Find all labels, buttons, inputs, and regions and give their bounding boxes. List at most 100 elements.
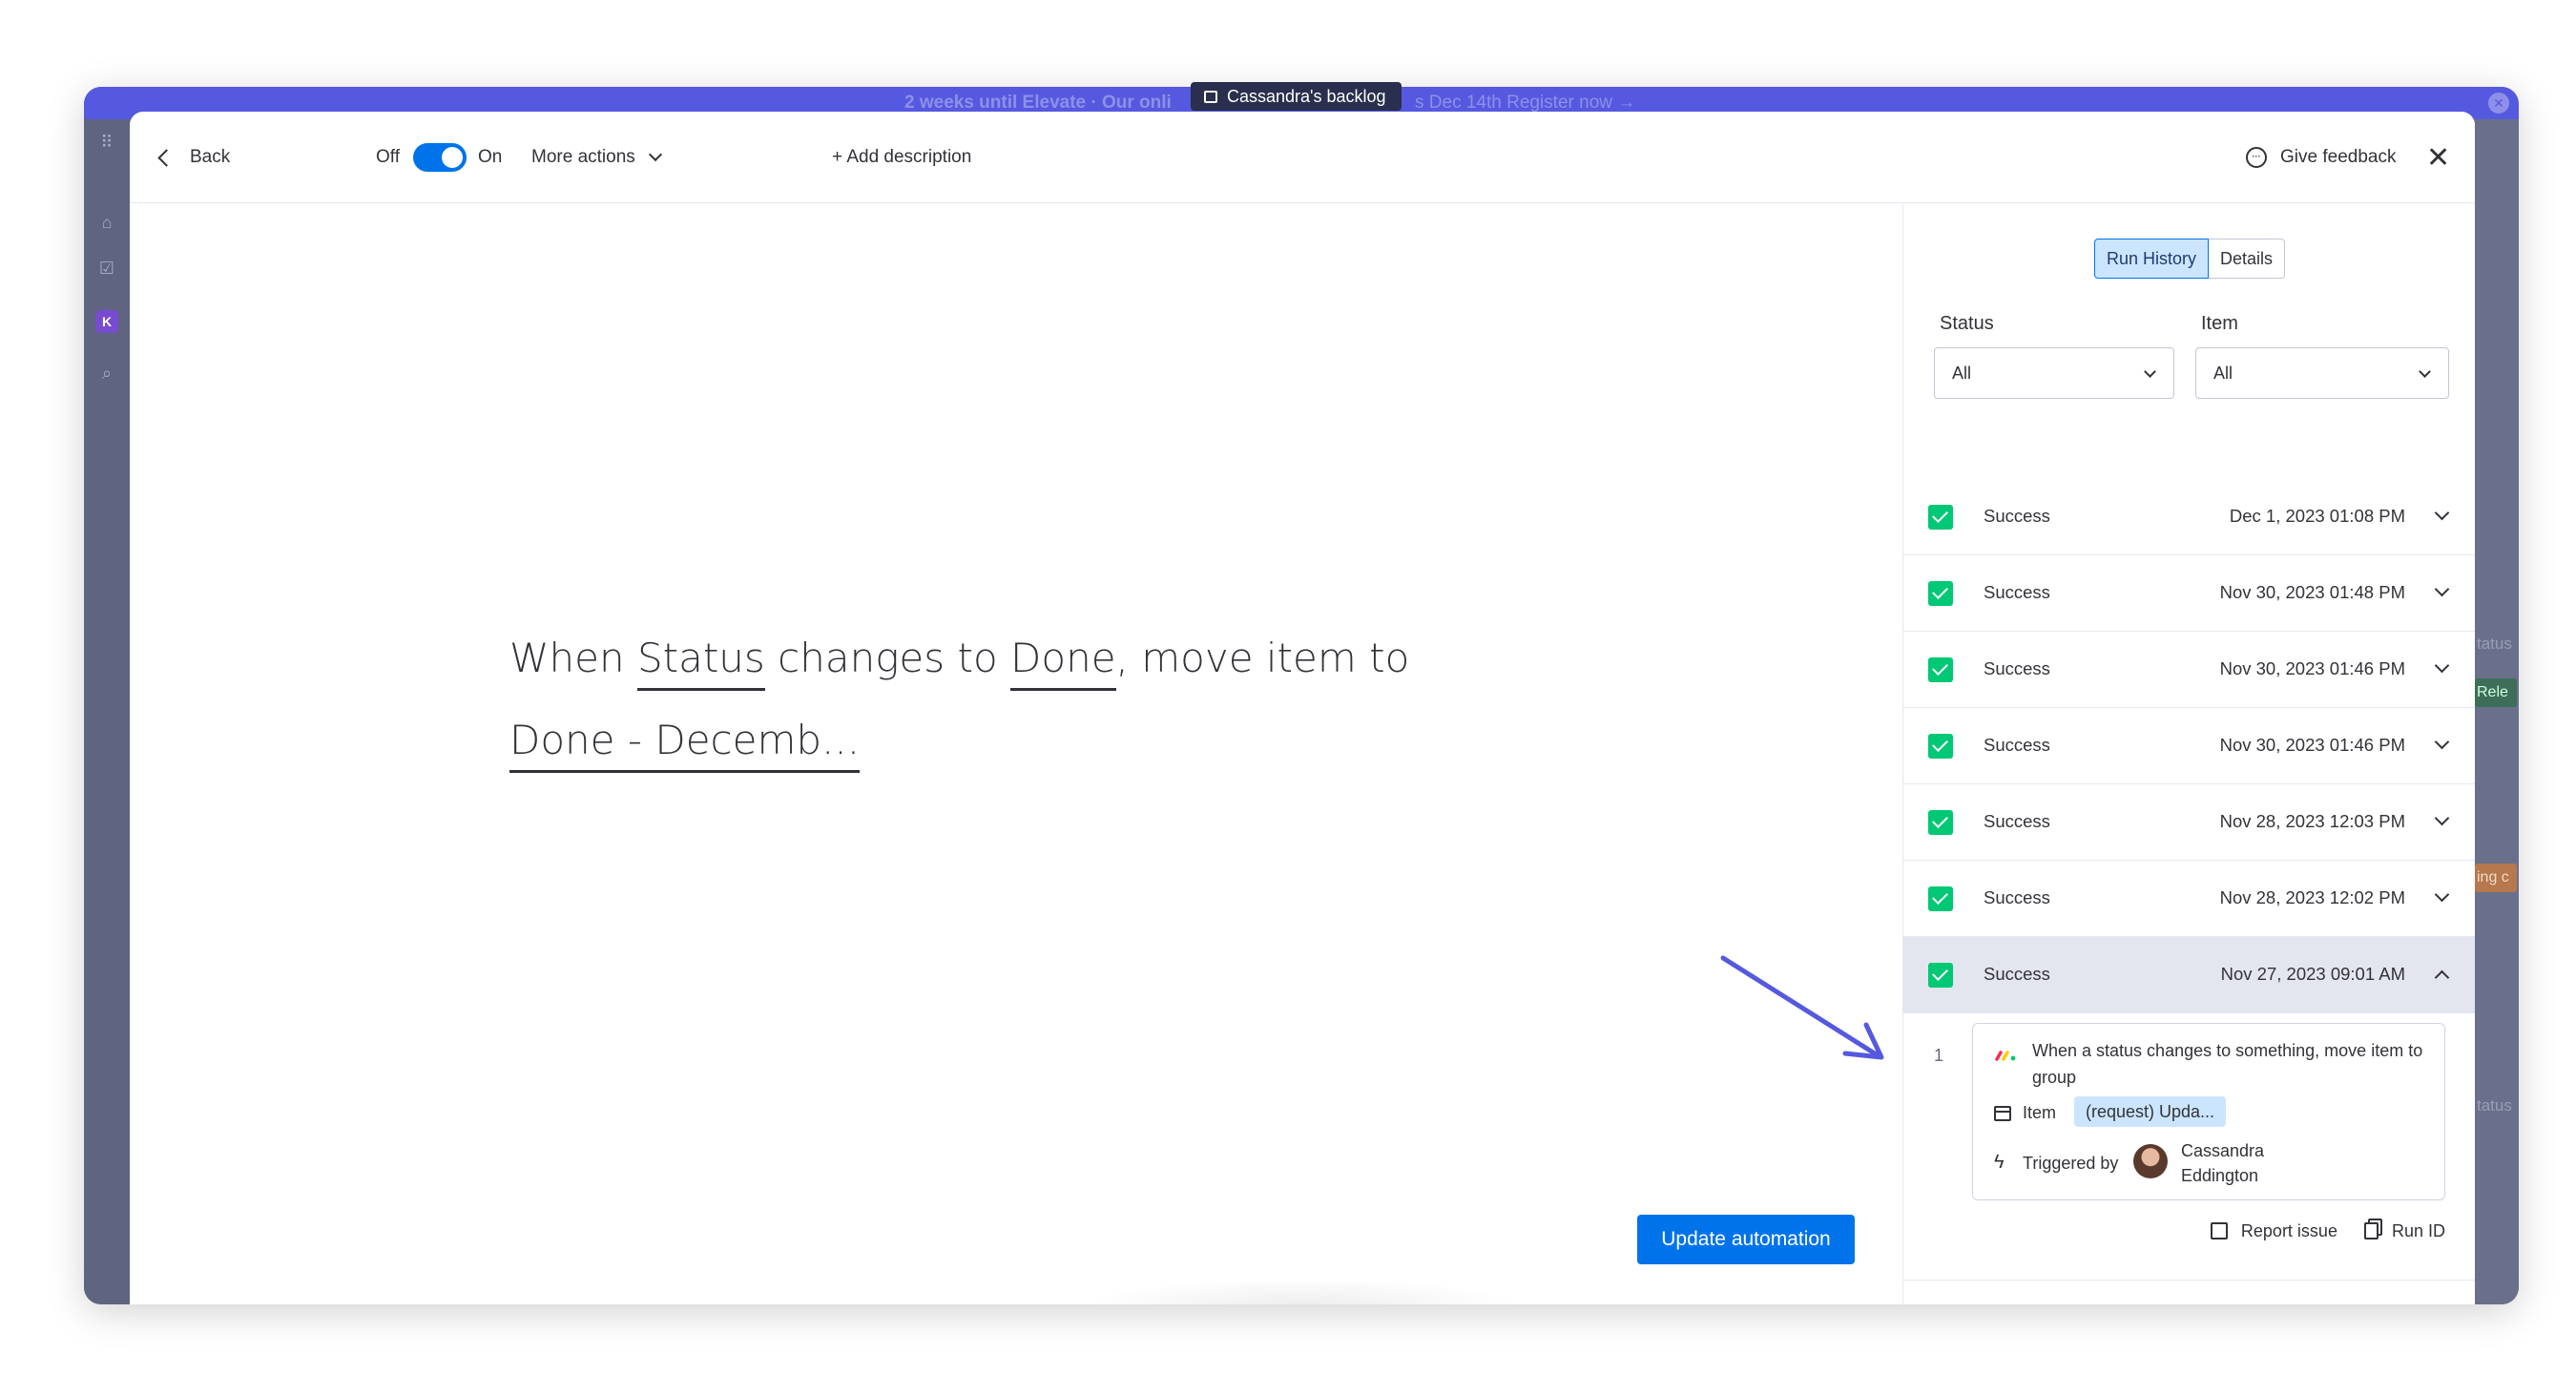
success-check-icon <box>1928 657 1953 682</box>
home-icon[interactable]: ⌂ <box>95 211 118 234</box>
run-actions: Report issue Run ID <box>2210 1221 2445 1241</box>
update-automation-button[interactable]: Update automation <box>1637 1215 1855 1264</box>
run-row[interactable]: Success Nov 28, 2023 12:03 PM <box>1903 784 2475 861</box>
run-step-card: When a status changes to something, move… <box>1972 1023 2445 1200</box>
run-row[interactable]: Success Nov 30, 2023 01:46 PM <box>1903 632 2475 708</box>
run-row[interactable]: Success Nov 30, 2023 01:48 PM <box>1903 555 2475 632</box>
run-date: Nov 28, 2023 12:02 PM <box>2219 887 2405 907</box>
feedback-bubble-icon: ··· <box>2246 147 2267 168</box>
floating-shadow <box>1084 1278 1523 1304</box>
my-work-icon[interactable]: ☑ <box>95 257 118 280</box>
board-name-tooltip: Cassandra's backlog <box>1191 82 1402 111</box>
run-row-expanded[interactable]: Success Nov 27, 2023 09:01 AM <box>1903 937 2475 1013</box>
chevron-down-icon <box>648 147 662 162</box>
banner-close-icon[interactable]: ✕ <box>2488 93 2509 114</box>
recipe-text: changes to <box>764 635 1011 681</box>
search-icon[interactable]: ⌕ <box>95 362 118 385</box>
tab-details[interactable]: Details <box>2209 239 2286 279</box>
run-id-button[interactable]: Run ID <box>2363 1221 2445 1241</box>
external-link-icon <box>2210 1222 2228 1240</box>
left-navigation-rail: ⠿ ⌂ ☑ K ⌕ <box>84 119 130 1304</box>
monday-logo-icon <box>1995 1051 2016 1061</box>
recipe-field-done[interactable]: Done <box>1010 629 1116 691</box>
recipe-text: , move item to <box>1115 635 1410 681</box>
item-filter-select[interactable]: All <box>2195 347 2449 399</box>
annotation-arrow-icon <box>1720 955 1884 1060</box>
apps-grid-icon[interactable]: ⠿ <box>95 131 118 154</box>
item-tag[interactable]: (request) Upda... <box>2074 1096 2227 1127</box>
run-date: Nov 27, 2023 09:01 AM <box>2220 964 2405 984</box>
run-date: Dec 1, 2023 01:08 PM <box>2229 506 2405 526</box>
add-description-button[interactable]: + Add description <box>832 112 971 203</box>
add-description-label: + Add description <box>832 147 972 167</box>
item-icon <box>1994 1106 2011 1121</box>
run-id-label: Run ID <box>2391 1221 2445 1240</box>
copy-icon <box>2363 1222 2379 1240</box>
report-issue-button[interactable]: Report issue <box>2210 1221 2337 1241</box>
item-filter-value: All <box>2213 364 2233 383</box>
modal-header: Back Off On More actions + Add descripti… <box>130 112 2475 203</box>
close-modal-button[interactable]: ✕ <box>2426 112 2450 203</box>
status-filter-label: Status <box>1940 313 1994 334</box>
strip-release-label: Rele <box>2477 684 2508 700</box>
chevron-up-icon[interactable] <box>2434 969 2450 986</box>
more-actions-label: More actions <box>531 147 635 167</box>
board-tooltip-text: Cassandra's backlog <box>1227 87 1386 106</box>
run-row[interactable]: Success Nov 30, 2023 01:46 PM <box>1903 708 2475 784</box>
chevron-down-icon[interactable] <box>2434 581 2450 597</box>
run-status: Success <box>1984 735 2050 755</box>
automation-on-off-toggle[interactable] <box>413 143 467 172</box>
recipe-field-status[interactable]: Status <box>636 629 765 691</box>
automation-recipe-sentence: When Status changes to Done, move item t… <box>509 618 1425 782</box>
status-filter-select[interactable]: All <box>1934 347 2174 399</box>
run-date: Nov 30, 2023 01:46 PM <box>2219 735 2405 755</box>
run-detail: 1 When a status changes to something, mo… <box>1903 1013 2475 1281</box>
chevron-down-icon <box>2419 365 2431 378</box>
run-history-list: Success Dec 1, 2023 01:08 PM Success Nov… <box>1903 479 2475 1281</box>
recipe-field-group[interactable]: Done - Decemb... <box>509 711 861 773</box>
toggle-on-label: On <box>478 147 503 167</box>
board-background-strip: tatus Rele ing c tatus <box>2471 119 2519 1304</box>
run-status: Success <box>1984 582 2050 602</box>
tab-run-history[interactable]: Run History <box>2094 239 2210 279</box>
run-date: Nov 30, 2023 01:48 PM <box>2219 582 2405 602</box>
chevron-down-icon[interactable] <box>2434 886 2450 903</box>
chevron-left-icon <box>157 148 176 167</box>
item-filter-label: Item <box>2201 313 2238 334</box>
success-check-icon <box>1928 505 1953 530</box>
run-row[interactable]: Success Dec 1, 2023 01:08 PM <box>1903 479 2475 555</box>
toggle-off-label: Off <box>376 147 400 167</box>
strip-release-cell: Rele <box>2475 678 2517 707</box>
workspace-avatar-icon[interactable]: K <box>95 310 118 333</box>
triggered-by-label: Triggered by <box>2023 1154 2119 1173</box>
strip-status-header: tatus <box>2477 635 2512 653</box>
panel-tabs: Run History Details <box>2094 239 2286 279</box>
automation-modal: Back Off On More actions + Add descripti… <box>130 112 2475 1304</box>
success-check-icon <box>1928 581 1953 606</box>
more-actions-dropdown[interactable]: More actions <box>531 112 662 203</box>
triggered-by-name: Cassandra Eddington <box>2181 1141 2265 1185</box>
chevron-down-icon <box>2144 365 2156 378</box>
chevron-down-icon[interactable] <box>2434 810 2450 826</box>
strip-pending-label: ing c <box>2477 869 2509 885</box>
run-status: Success <box>1984 964 2050 984</box>
lightning-bolt-icon: ϟ <box>1994 1152 2005 1173</box>
strip-pending-cell: ing c <box>2475 864 2517 892</box>
back-button[interactable]: Back <box>155 112 230 203</box>
step-number: 1 <box>1934 1046 1944 1065</box>
success-check-icon <box>1928 886 1953 911</box>
success-check-icon <box>1928 810 1953 835</box>
chevron-down-icon[interactable] <box>2434 734 2450 750</box>
recipe-text: When <box>509 635 637 681</box>
status-filter-value: All <box>1952 364 1972 383</box>
run-row[interactable]: Success Nov 28, 2023 12:02 PM <box>1903 861 2475 937</box>
item-label: Item <box>2023 1103 2057 1122</box>
close-icon: ✕ <box>2426 141 2451 174</box>
success-check-icon <box>1928 734 1953 759</box>
chevron-down-icon[interactable] <box>2434 657 2450 674</box>
automation-editor-pane: When Status changes to Done, move item t… <box>130 204 1902 1304</box>
report-issue-label: Report issue <box>2240 1221 2337 1240</box>
step-title: When a status changes to something, move… <box>2032 1041 2423 1087</box>
give-feedback-button[interactable]: ··· Give feedback <box>2246 112 2396 203</box>
chevron-down-icon[interactable] <box>2434 505 2450 521</box>
